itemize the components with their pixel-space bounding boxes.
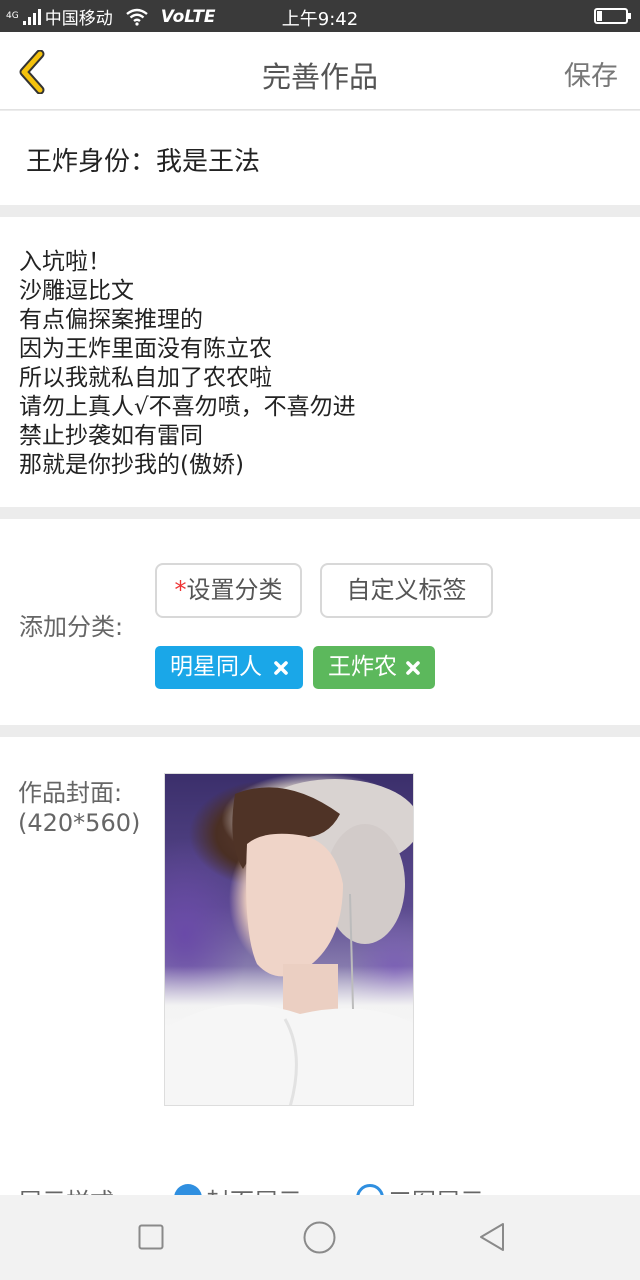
save-button[interactable]: 保存	[564, 54, 618, 93]
category-label: 添加分类:	[19, 613, 124, 641]
close-icon[interactable]	[273, 660, 289, 676]
category-card: 添加分类: *设置分类 自定义标签 明星同人 王炸农	[0, 519, 640, 725]
cover-label: 作品封面:	[18, 779, 123, 807]
work-title-card: 王炸身份：我是王法	[0, 111, 640, 205]
page-title: 完善作品	[261, 60, 378, 94]
clock: 上午9:42	[281, 9, 359, 30]
tag-label: 王炸农	[328, 654, 397, 680]
description-line: 入坑啦！	[19, 249, 111, 275]
description-line: 禁止抄袭如有雷同	[19, 423, 203, 449]
tag-chip: 明星同人	[155, 646, 303, 689]
status-bar: 4G 中国移动 VoLTE 上午9:42	[0, 0, 640, 32]
description-line: 因为王炸里面没有陈立农	[19, 336, 272, 362]
close-icon[interactable]	[405, 660, 421, 676]
system-nav-bar	[0, 1195, 640, 1280]
custom-tag-button[interactable]: 自定义标签	[320, 563, 493, 618]
cover-size-hint: (420*560)	[18, 809, 141, 837]
description-line: 请勿上真人√不喜勿喷，不喜勿进	[19, 394, 356, 420]
description-line: 沙雕逗比文	[19, 278, 134, 304]
cover-image[interactable]	[164, 773, 414, 1106]
work-title[interactable]: 王炸身份：我是王法	[26, 141, 260, 178]
description-line: 有点偏探案推理的	[19, 307, 203, 333]
recent-apps-icon[interactable]	[138, 1224, 164, 1250]
tag-chip: 王炸农	[313, 646, 435, 689]
set-category-label: 设置分类	[186, 576, 283, 604]
battery-icon	[594, 8, 631, 24]
required-mark: *	[174, 576, 187, 604]
description-line: 那就是你抄我的(傲娇)	[19, 452, 244, 478]
description-line: 所以我就私自加了农农啦	[19, 365, 272, 391]
back-nav-icon[interactable]	[478, 1222, 506, 1252]
home-icon[interactable]	[303, 1221, 336, 1254]
work-description-card[interactable]: 入坑啦！ 沙雕逗比文 有点偏探案推理的 因为王炸里面没有陈立农 所以我就私自加了…	[0, 217, 640, 507]
tag-label: 明星同人	[170, 654, 262, 680]
cover-card: 作品封面: (420*560)	[0, 737, 640, 1195]
set-category-button[interactable]: *设置分类	[155, 563, 302, 618]
nav-bar: 完善作品 保存	[0, 32, 640, 110]
cover-photo-illustration	[165, 779, 413, 1105]
